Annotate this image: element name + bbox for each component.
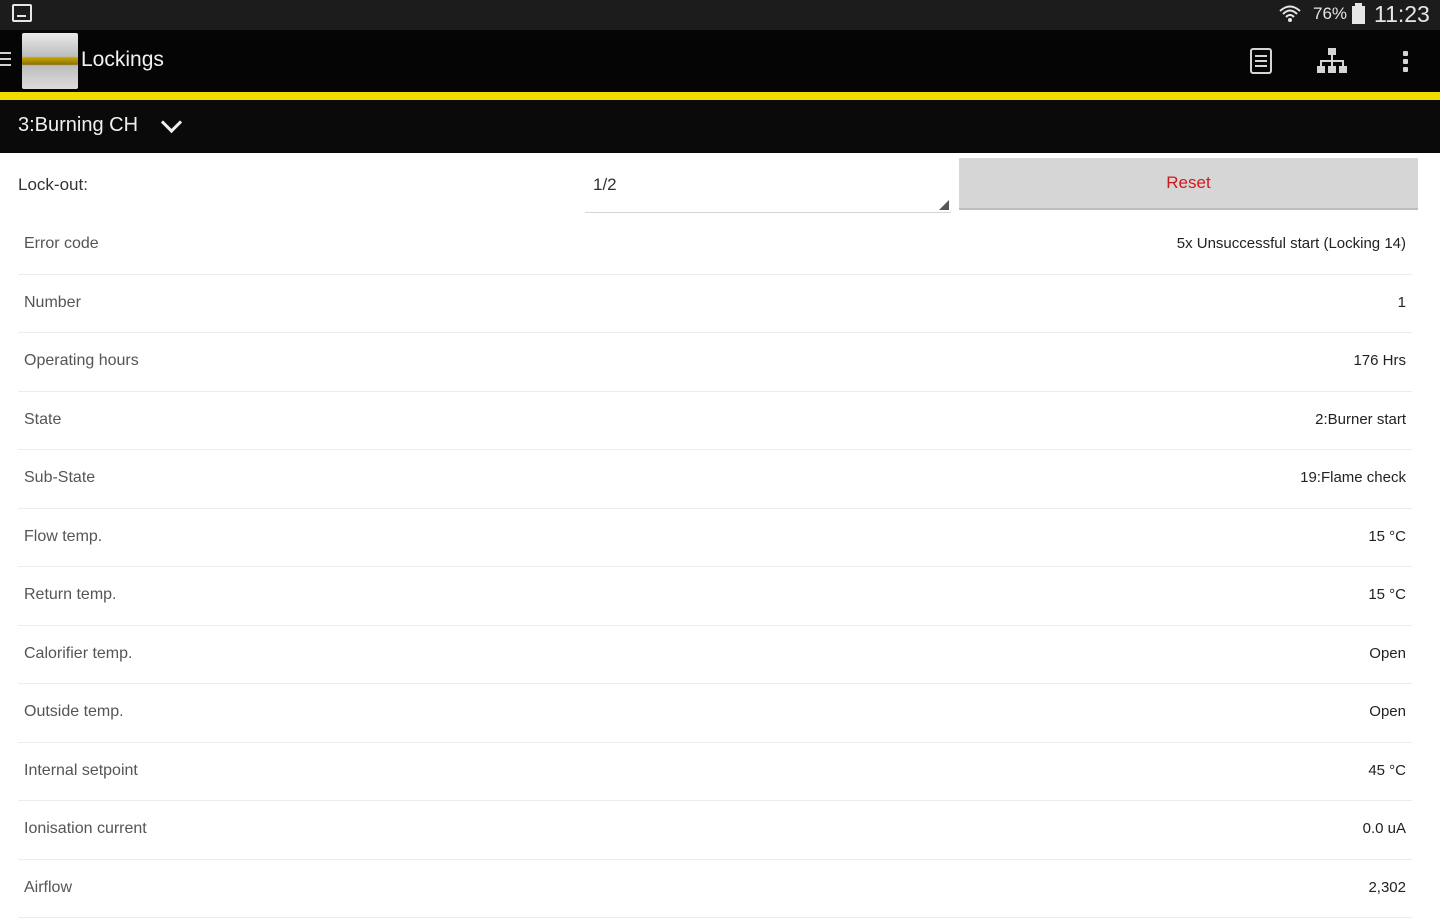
detail-value: 1: [1398, 294, 1406, 311]
detail-row-internal-setpoint: Internal setpoint 45 °C: [18, 743, 1412, 802]
detail-value: 45 °C: [1368, 762, 1406, 779]
detail-label: Sub-State: [24, 469, 95, 487]
detail-label: Internal setpoint: [24, 762, 138, 780]
detail-row-error-code: Error code 5x Unsuccessful start (Lockin…: [18, 216, 1412, 275]
detail-label: Flow temp.: [24, 528, 102, 546]
detail-value: 15 °C: [1368, 586, 1406, 603]
lockout-spinner[interactable]: 1/2: [585, 167, 951, 213]
document-button[interactable]: [1244, 44, 1278, 78]
detail-value: 2,302: [1368, 879, 1406, 896]
detail-row-state: State 2:Burner start: [18, 392, 1412, 451]
brand-logo[interactable]: [22, 33, 78, 89]
accent-strip: [0, 92, 1440, 100]
document-icon: [1250, 48, 1272, 74]
lockout-spinner-value: 1/2: [593, 175, 617, 195]
chevron-down-icon: [161, 112, 182, 133]
detail-value: 2:Burner start: [1315, 411, 1406, 428]
overflow-menu-icon[interactable]: [1388, 44, 1422, 78]
detail-label: Outside temp.: [24, 703, 124, 721]
page-title: Lockings: [81, 48, 164, 72]
detail-row-flow-temp: Flow temp. 15 °C: [18, 509, 1412, 568]
detail-label: State: [24, 411, 61, 429]
detail-label: Calorifier temp.: [24, 645, 132, 663]
detail-label: Return temp.: [24, 586, 116, 604]
detail-label: Error code: [24, 235, 99, 253]
detail-label: Ionisation current: [24, 820, 147, 838]
clock: 11:23: [1374, 1, 1430, 28]
app-bar: Lockings: [0, 30, 1440, 92]
mode-selector-value: 3:Burning CH: [18, 114, 138, 137]
mode-selector[interactable]: 3:Burning CH: [18, 114, 179, 137]
detail-row-sub-state: Sub-State 19:Flame check: [18, 450, 1412, 509]
detail-value: 19:Flame check: [1300, 469, 1406, 486]
detail-row-operating-hours: Operating hours 176 Hrs: [18, 333, 1412, 392]
lockout-row: Lock-out: 1/2 Reset: [0, 153, 1440, 215]
details-list: Error code 5x Unsuccessful start (Lockin…: [18, 216, 1412, 918]
battery-icon: [1352, 6, 1365, 24]
status-bar: 76% 11:23: [0, 0, 1440, 30]
hierarchy-icon: [1316, 47, 1348, 75]
detail-value: 15 °C: [1368, 528, 1406, 545]
detail-row-outside-temp: Outside temp. Open: [18, 684, 1412, 743]
detail-value: 5x Unsuccessful start (Locking 14): [1177, 235, 1406, 252]
detail-row-airflow: Airflow 2,302: [18, 860, 1412, 918]
detail-value: 0.0 uA: [1363, 820, 1406, 837]
detail-value: 176 Hrs: [1353, 352, 1406, 369]
hierarchy-button[interactable]: [1315, 44, 1349, 78]
battery-percent: 76%: [1313, 4, 1347, 24]
detail-row-return-temp: Return temp. 15 °C: [18, 567, 1412, 626]
detail-row-calorifier-temp: Calorifier temp. Open: [18, 626, 1412, 685]
drawer-menu-icon[interactable]: [0, 52, 11, 68]
detail-value: Open: [1369, 703, 1406, 720]
gallery-notification-icon: [12, 4, 32, 22]
detail-row-ionisation-current: Ionisation current 0.0 uA: [18, 801, 1412, 860]
detail-row-number: Number 1: [18, 275, 1412, 334]
detail-label: Airflow: [24, 879, 72, 897]
reset-button[interactable]: Reset: [959, 158, 1418, 210]
detail-value: Open: [1369, 645, 1406, 662]
mode-bar: 3:Burning CH: [0, 100, 1440, 153]
detail-label: Operating hours: [24, 352, 139, 370]
detail-label: Number: [24, 294, 81, 312]
lockout-label: Lock-out:: [18, 175, 88, 195]
wifi-icon: [1278, 4, 1302, 24]
spinner-corner-icon: [939, 200, 949, 210]
